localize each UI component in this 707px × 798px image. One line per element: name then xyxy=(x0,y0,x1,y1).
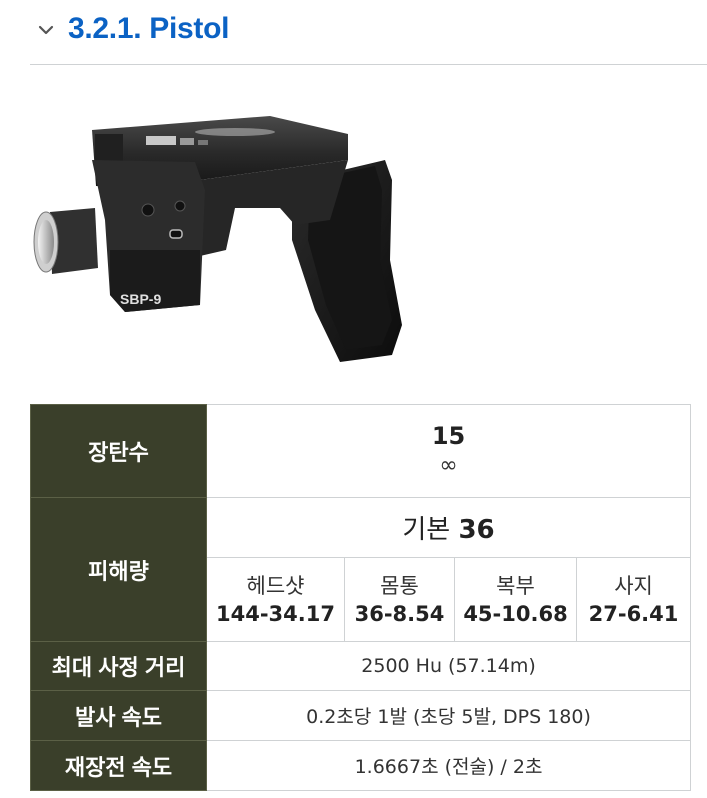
damage-part-name: 복부 xyxy=(496,573,535,598)
section-title[interactable]: 3.2.1. Pistol xyxy=(68,12,229,46)
damage-label: 피해량 xyxy=(30,497,207,642)
damage-part-name: 몸통 xyxy=(380,573,419,598)
pistol-image: SBP-9 xyxy=(33,116,402,362)
range-label: 최대 사정 거리 xyxy=(30,641,207,691)
reload-value: 1.6667초 (전술) / 2초 xyxy=(205,740,692,791)
reload-label: 재장전 속도 xyxy=(30,740,207,791)
damage-part-body: 몸통 36-8.54 xyxy=(344,557,455,642)
damage-part-stomach: 복부 45-10.68 xyxy=(454,557,577,642)
magazine-count: 15 xyxy=(431,422,466,450)
fire-rate-label: 발사 속도 xyxy=(30,690,207,741)
damage-part-value: 144-34.17 xyxy=(216,601,335,626)
weapon-stats-table: 장탄수 15 ∞ 피해량 기본 36 헤드샷 144-34.17 몸통 36-8… xyxy=(30,404,692,791)
damage-base-value: 36 xyxy=(458,515,495,545)
damage-part-value: 36-8.54 xyxy=(354,601,445,626)
range-value: 2500 Hu (57.14m) xyxy=(205,641,692,691)
damage-part-head: 헤드샷 144-34.17 xyxy=(206,557,345,642)
svg-text:SBP-9: SBP-9 xyxy=(120,291,161,307)
damage-part-limbs: 사지 27-6.41 xyxy=(575,557,692,642)
damage-part-name: 헤드샷 xyxy=(246,573,305,598)
damage-part-name: 사지 xyxy=(614,573,653,598)
section-header: 3.2.1. Pistol xyxy=(30,0,707,65)
damage-part-value: 27-6.41 xyxy=(588,601,679,626)
damage-part-value: 45-10.68 xyxy=(463,601,568,626)
capacity-label: 장탄수 xyxy=(30,404,207,498)
damage-base: 기본 36 xyxy=(205,497,692,558)
chevron-down-icon[interactable] xyxy=(38,22,54,38)
damage-base-prefix: 기본 xyxy=(402,515,451,545)
capacity-cell: 15 ∞ xyxy=(205,404,692,498)
fire-rate-value: 0.2초당 1발 (초당 5발, DPS 180) xyxy=(205,690,692,741)
reserve-ammo: ∞ xyxy=(439,453,458,478)
